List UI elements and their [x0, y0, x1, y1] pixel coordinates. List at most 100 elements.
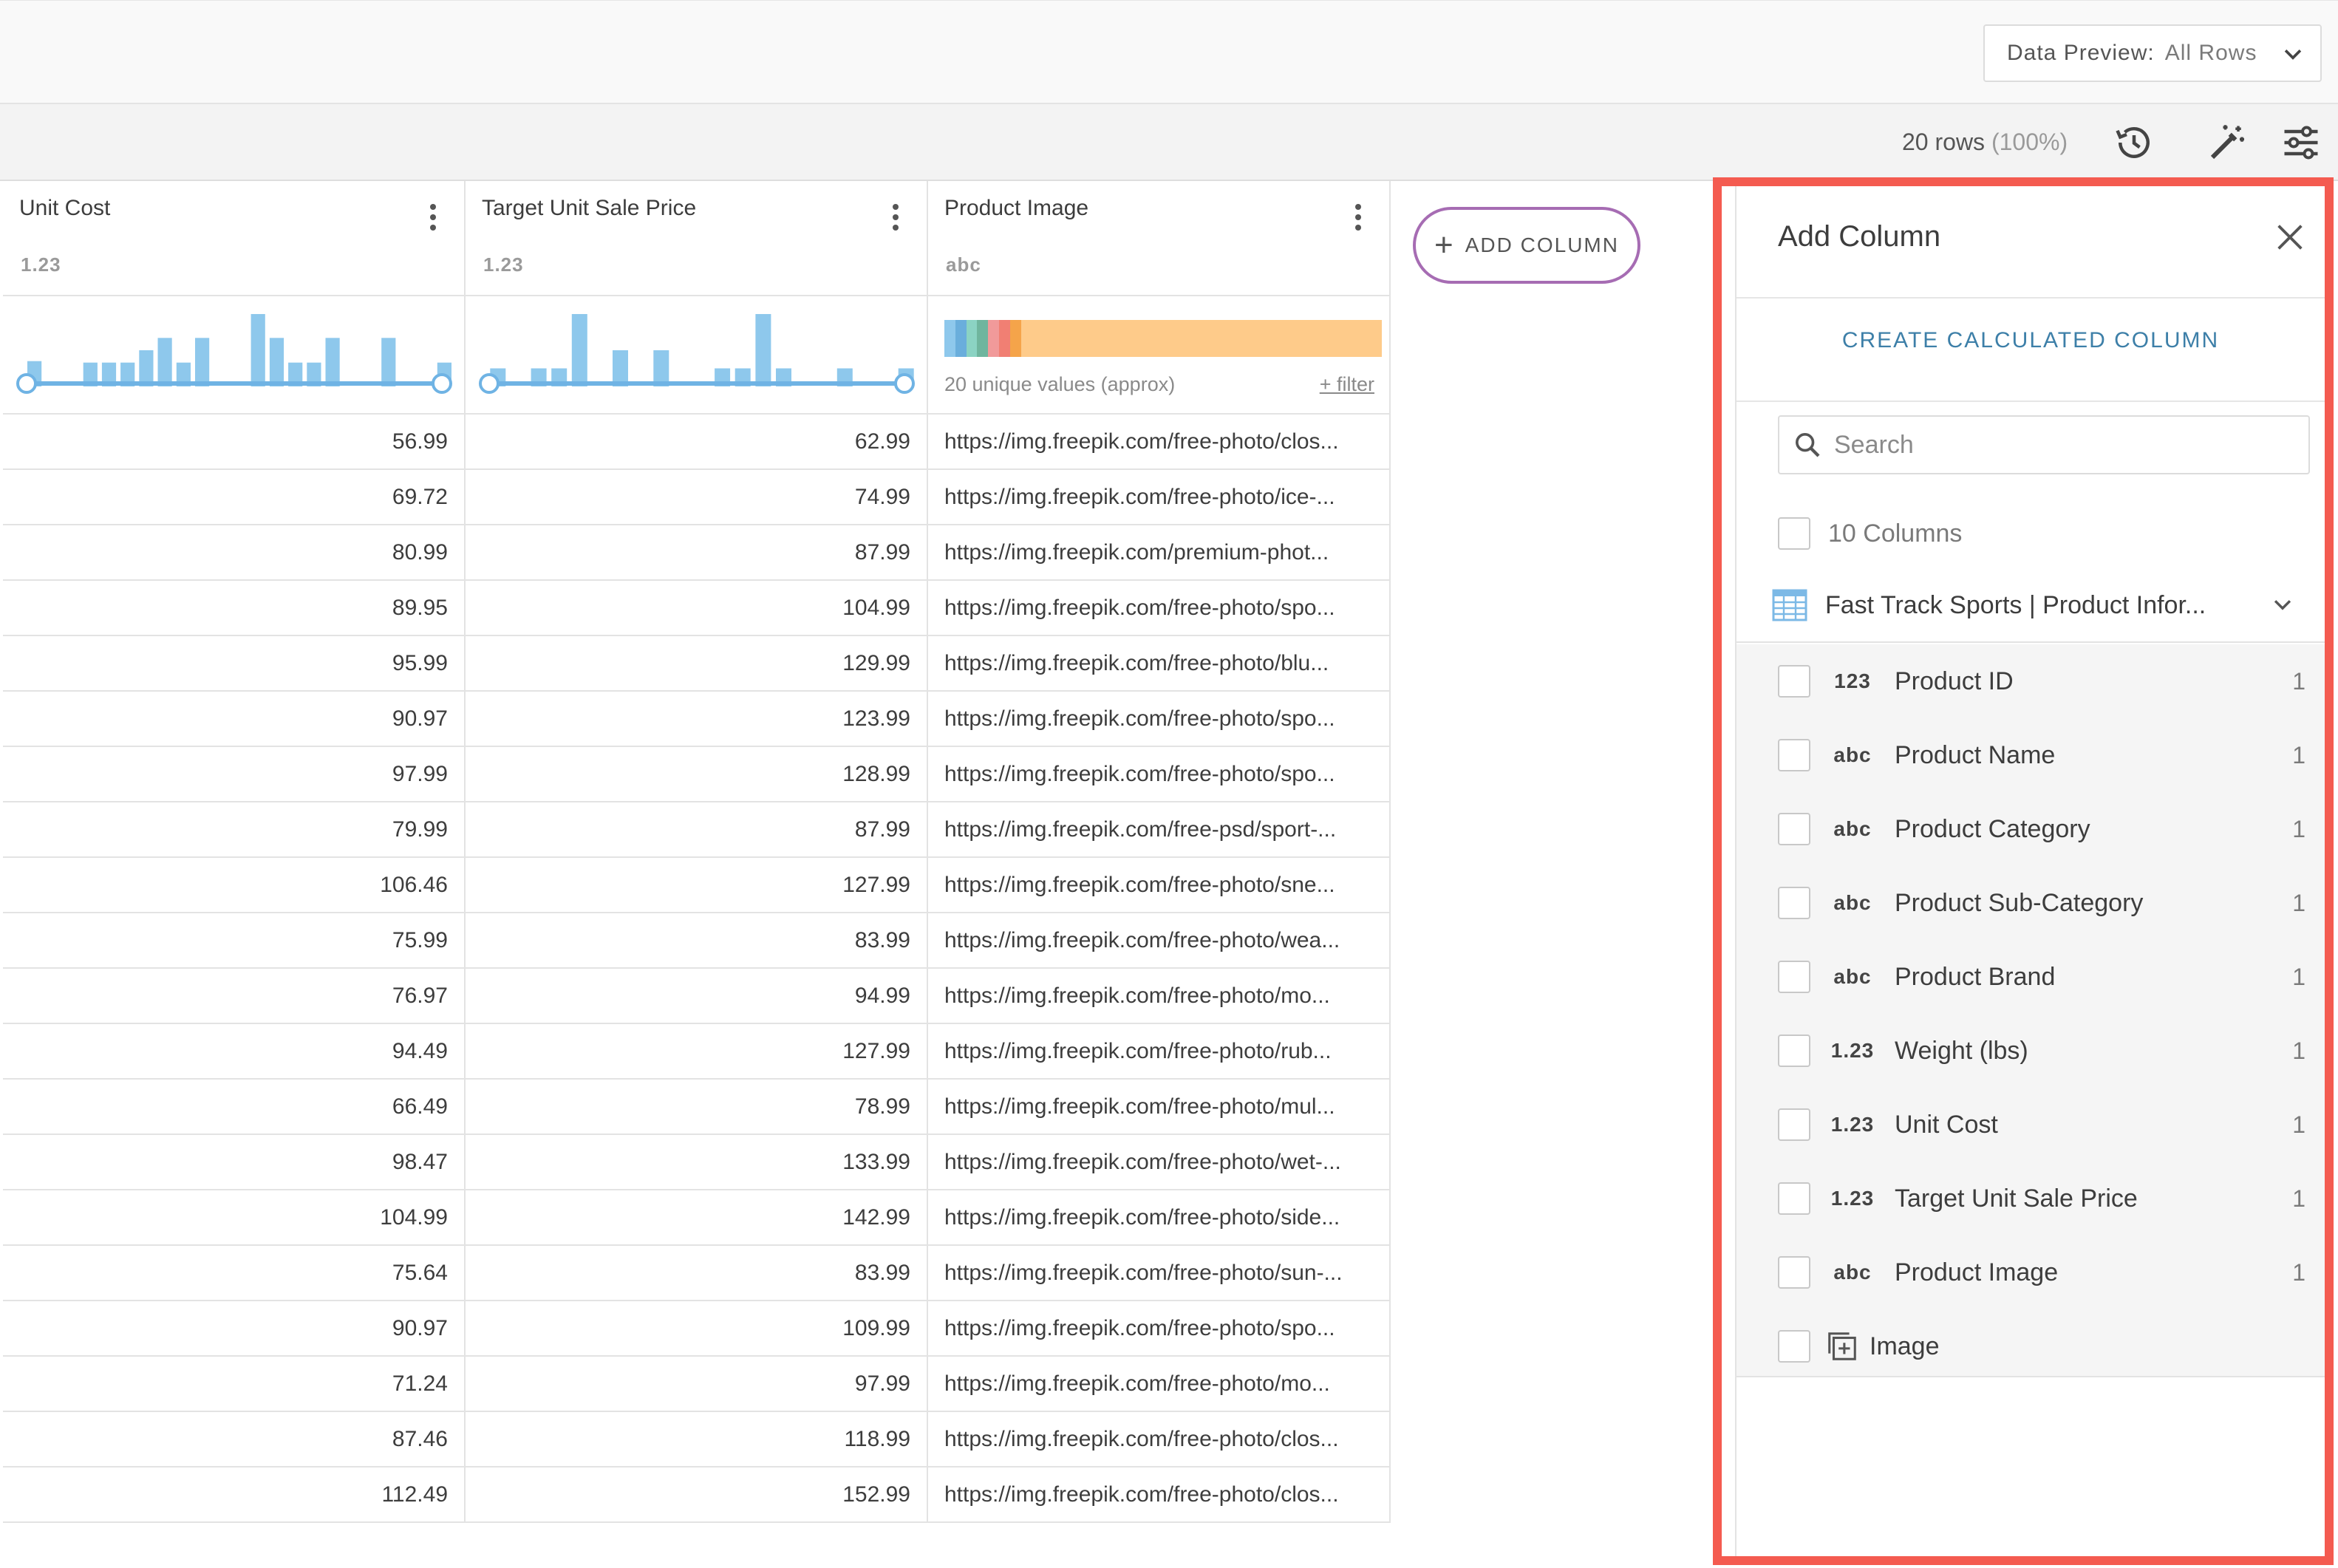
table-cell[interactable]: https://img.freepik.com/free-psd/sport-.…: [928, 802, 1389, 858]
range-slider-min-handle[interactable]: [480, 375, 498, 392]
magic-wand-icon[interactable]: [2205, 120, 2249, 165]
select-all-checkbox[interactable]: [1778, 517, 1810, 550]
table-cell[interactable]: https://img.freepik.com/free-photo/wet-.…: [928, 1135, 1389, 1190]
table-cell[interactable]: https://img.freepik.com/free-photo/sun-.…: [928, 1246, 1389, 1301]
column-checkbox[interactable]: [1778, 1034, 1810, 1067]
column-item-image[interactable]: Image: [1737, 1309, 2325, 1383]
source-table-header[interactable]: Fast Track Sports | Product Infor...: [1737, 569, 2325, 643]
table-cell[interactable]: 76.97: [3, 969, 464, 1024]
table-cell[interactable]: 66.49: [3, 1080, 464, 1135]
table-cell[interactable]: https://img.freepik.com/free-photo/mo...: [928, 969, 1389, 1024]
table-cell[interactable]: https://img.freepik.com/free-photo/clos.…: [928, 1468, 1389, 1523]
close-icon[interactable]: [2273, 220, 2307, 254]
select-all-columns[interactable]: 10 Columns: [1778, 517, 1962, 550]
category-segment[interactable]: [988, 320, 999, 357]
table-cell[interactable]: 87.46: [3, 1412, 464, 1468]
table-cell[interactable]: 104.99: [466, 581, 927, 636]
category-segment[interactable]: [1021, 320, 1382, 357]
kebab-menu-icon[interactable]: [891, 202, 900, 231]
kebab-menu-icon[interactable]: [1354, 202, 1363, 231]
table-cell[interactable]: https://img.freepik.com/free-photo/clos.…: [928, 415, 1389, 470]
category-segment[interactable]: [977, 320, 988, 357]
table-cell[interactable]: 106.46: [3, 858, 464, 913]
table-cell[interactable]: 75.64: [3, 1246, 464, 1301]
table-cell[interactable]: https://img.freepik.com/free-photo/ice-.…: [928, 470, 1389, 525]
table-cell[interactable]: 128.99: [466, 747, 927, 802]
category-segment[interactable]: [1010, 320, 1021, 357]
category-segment[interactable]: [944, 320, 955, 357]
table-cell[interactable]: 152.99: [466, 1468, 927, 1523]
column-item[interactable]: 1.23Target Unit Sale Price1: [1737, 1162, 2325, 1235]
table-cell[interactable]: https://img.freepik.com/free-photo/wea..…: [928, 913, 1389, 969]
column-item[interactable]: abcProduct Category1: [1737, 792, 2325, 866]
table-cell[interactable]: https://img.freepik.com/free-photo/spo..…: [928, 692, 1389, 747]
table-cell[interactable]: https://img.freepik.com/free-photo/blu..…: [928, 636, 1389, 692]
table-cell[interactable]: 69.72: [3, 470, 464, 525]
kebab-menu-icon[interactable]: [429, 202, 437, 231]
table-cell[interactable]: 142.99: [466, 1190, 927, 1246]
column-checkbox[interactable]: [1778, 813, 1810, 845]
table-cell[interactable]: 94.49: [3, 1024, 464, 1080]
table-cell[interactable]: 104.99: [3, 1190, 464, 1246]
column-item[interactable]: 1.23Weight (lbs)1: [1737, 1014, 2325, 1088]
column-item[interactable]: abcProduct Sub-Category1: [1737, 866, 2325, 940]
table-cell[interactable]: 78.99: [466, 1080, 927, 1135]
table-cell[interactable]: 90.97: [3, 692, 464, 747]
table-cell[interactable]: 98.47: [3, 1135, 464, 1190]
chevron-down-icon[interactable]: [2270, 593, 2295, 618]
range-slider[interactable]: [3, 369, 466, 398]
history-icon[interactable]: [2112, 120, 2156, 165]
table-cell[interactable]: https://img.freepik.com/free-photo/rub..…: [928, 1024, 1389, 1080]
table-cell[interactable]: https://img.freepik.com/free-photo/sne..…: [928, 858, 1389, 913]
column-search[interactable]: [1778, 415, 2310, 474]
column-item[interactable]: abcProduct Image1: [1737, 1235, 2325, 1309]
search-input[interactable]: [1834, 431, 2277, 460]
table-cell[interactable]: 83.99: [466, 913, 927, 969]
table-cell[interactable]: 56.99: [3, 415, 464, 470]
table-cell[interactable]: 127.99: [466, 1024, 927, 1080]
table-cell[interactable]: 90.97: [3, 1301, 464, 1357]
table-cell[interactable]: https://img.freepik.com/premium-phot...: [928, 525, 1389, 581]
table-cell[interactable]: https://img.freepik.com/free-photo/spo..…: [928, 1301, 1389, 1357]
data-preview-dropdown[interactable]: Data Preview: All Rows: [1983, 24, 2322, 82]
create-calculated-column-button[interactable]: CREATE CALCULATED COLUMN: [1737, 328, 2325, 353]
table-cell[interactable]: 79.99: [3, 802, 464, 858]
column-checkbox[interactable]: [1778, 887, 1810, 919]
table-cell[interactable]: https://img.freepik.com/free-photo/mul..…: [928, 1080, 1389, 1135]
table-cell[interactable]: 89.95: [3, 581, 464, 636]
column-header[interactable]: Target Unit Sale Price 1.23: [466, 181, 927, 296]
filter-link[interactable]: + filter: [1320, 373, 1374, 396]
table-cell[interactable]: 87.99: [466, 802, 927, 858]
table-cell[interactable]: https://img.freepik.com/free-photo/clos.…: [928, 1412, 1389, 1468]
add-column-button[interactable]: + ADD COLUMN: [1413, 207, 1640, 284]
settings-sliders-icon[interactable]: [2279, 120, 2323, 165]
column-checkbox[interactable]: [1778, 1108, 1810, 1141]
table-cell[interactable]: 87.99: [466, 525, 927, 581]
table-cell[interactable]: 118.99: [466, 1412, 927, 1468]
table-cell[interactable]: 80.99: [3, 525, 464, 581]
table-cell[interactable]: 75.99: [3, 913, 464, 969]
range-slider[interactable]: [466, 369, 928, 398]
table-cell[interactable]: 71.24: [3, 1357, 464, 1412]
range-slider-max-handle[interactable]: [433, 375, 451, 392]
table-cell[interactable]: 74.99: [466, 470, 927, 525]
column-item[interactable]: 123Product ID1: [1737, 644, 2325, 718]
table-cell[interactable]: https://img.freepik.com/free-photo/spo..…: [928, 747, 1389, 802]
category-segment[interactable]: [967, 320, 978, 357]
table-cell[interactable]: 83.99: [466, 1246, 927, 1301]
column-header[interactable]: Product Image abc: [928, 181, 1389, 296]
table-cell[interactable]: https://img.freepik.com/free-photo/side.…: [928, 1190, 1389, 1246]
table-cell[interactable]: 127.99: [466, 858, 927, 913]
table-cell[interactable]: 95.99: [3, 636, 464, 692]
table-cell[interactable]: 112.49: [3, 1468, 464, 1523]
table-cell[interactable]: 129.99: [466, 636, 927, 692]
category-distribution-bar[interactable]: [944, 320, 1382, 357]
table-cell[interactable]: https://img.freepik.com/free-photo/mo...: [928, 1357, 1389, 1412]
column-checkbox[interactable]: [1778, 1182, 1810, 1215]
table-cell[interactable]: https://img.freepik.com/free-photo/spo..…: [928, 581, 1389, 636]
column-item[interactable]: abcProduct Brand1: [1737, 940, 2325, 1014]
column-checkbox[interactable]: [1778, 739, 1810, 771]
table-cell[interactable]: 62.99: [466, 415, 927, 470]
table-cell[interactable]: 94.99: [466, 969, 927, 1024]
table-cell[interactable]: 97.99: [466, 1357, 927, 1412]
